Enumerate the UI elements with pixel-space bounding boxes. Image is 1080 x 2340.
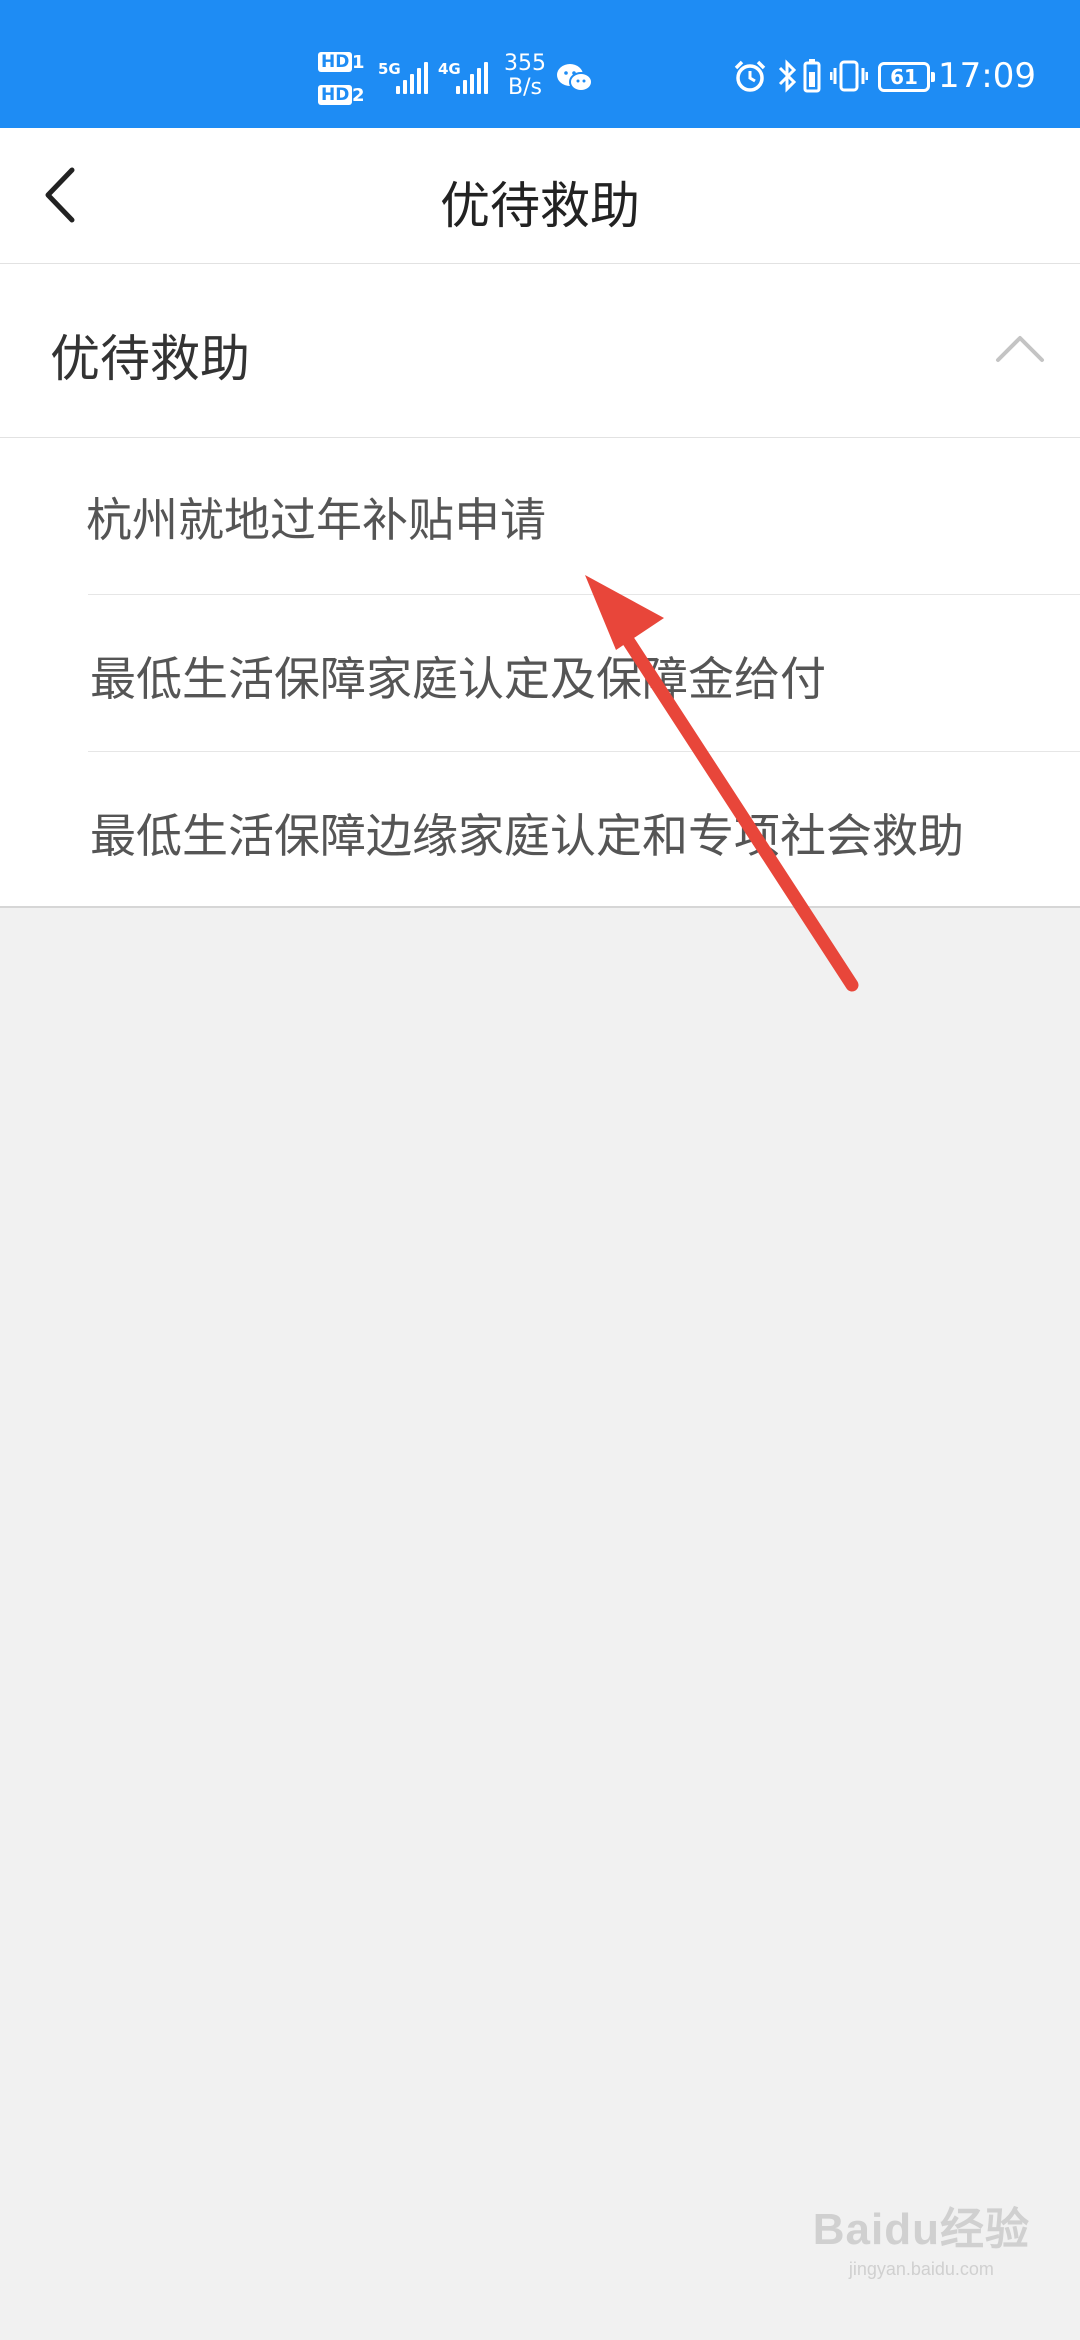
chevron-up-icon: [996, 336, 1044, 362]
nav-bar: 优待救助: [0, 128, 1080, 264]
list-item-label: 最低生活保障家庭认定及保障金给付: [90, 652, 826, 706]
signal-strength-1-icon: [396, 60, 428, 94]
alarm-icon: [734, 60, 766, 92]
network-speed: 355 B/s: [500, 52, 550, 100]
wechat-icon: [557, 64, 593, 92]
sim1-number: 1: [352, 52, 365, 73]
list-item-hangzhou-subsidy[interactable]: 杭州就地过年补贴申请: [0, 438, 1080, 594]
section-title: 优待救助: [50, 330, 250, 388]
section-header-toggle[interactable]: 优待救助: [0, 264, 1080, 438]
watermark-logo: Baidu经验: [812, 2205, 1030, 2254]
list-item-minimum-living-security[interactable]: 最低生活保障家庭认定及保障金给付: [0, 595, 1080, 751]
sim2-number: 2: [352, 85, 365, 106]
status-bar: HD 1 HD 2 5G 4G 355 B/s 61 17:09: [0, 0, 1080, 128]
list-item-label: 杭州就地过年补贴申请: [86, 493, 546, 547]
service-list: 杭州就地过年补贴申请 最低生活保障家庭认定及保障金给付 最低生活保障边缘家庭认定…: [0, 438, 1080, 908]
battery-indicator: 61: [878, 62, 935, 92]
signal-strength-2-icon: [456, 60, 488, 94]
vibrate-icon: [830, 60, 868, 92]
list-item-label: 最低生活保障边缘家庭认定和专项社会救助: [90, 809, 964, 863]
sim1-hd-badge: HD: [318, 52, 353, 72]
bluetooth-icon: [778, 59, 797, 93]
watermark-url: jingyan.baidu.com: [848, 2259, 994, 2279]
speed-unit: B/s: [508, 75, 542, 100]
speed-value: 355: [504, 51, 546, 76]
page-title: 优待救助: [440, 177, 640, 235]
battery-saver-icon: [803, 59, 821, 93]
list-item-marginal-family-assistance[interactable]: 最低生活保障边缘家庭认定和专项社会救助: [0, 752, 1080, 908]
sim2-hd-badge: HD: [318, 85, 353, 105]
baidu-watermark: Baidu经验 jingyan.baidu.com: [813, 2193, 1030, 2280]
clock: 17:09: [938, 56, 1036, 96]
